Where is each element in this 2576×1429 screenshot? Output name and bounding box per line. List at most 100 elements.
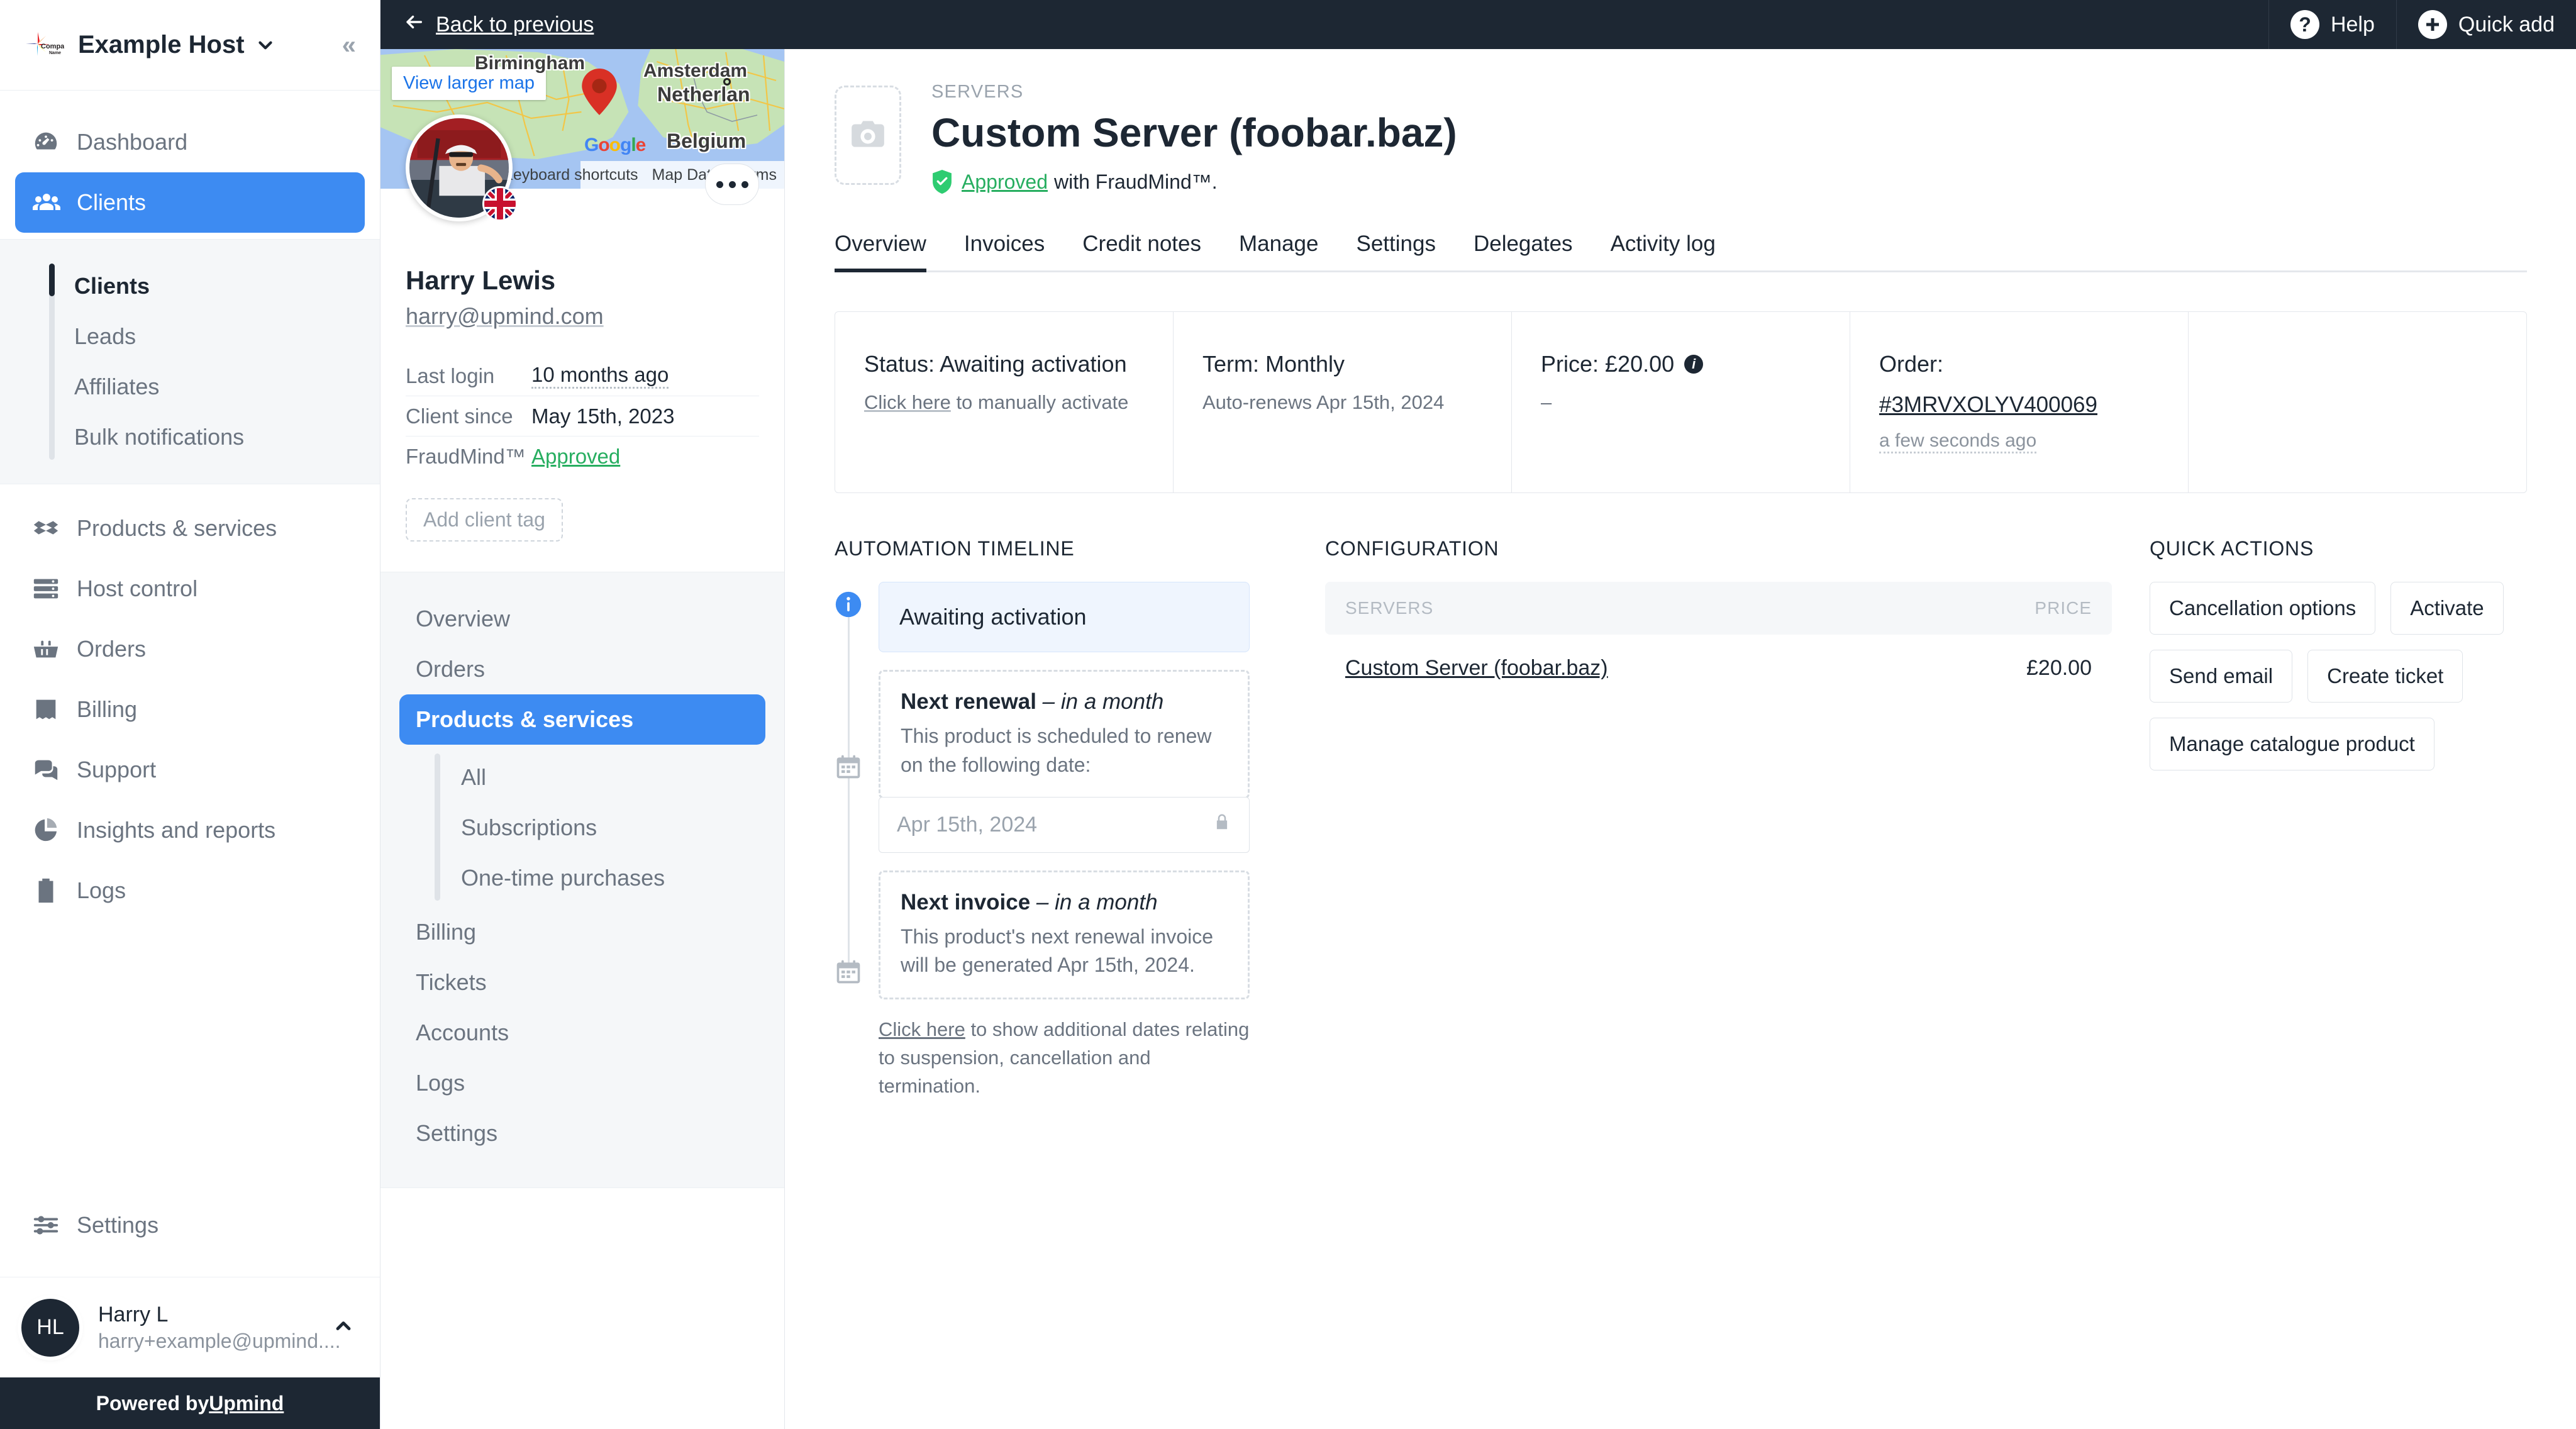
tab-activity-log[interactable]: Activity log	[1592, 231, 1735, 270]
fraudmind-approved-link[interactable]: Approved	[962, 170, 1048, 194]
add-client-tag-button[interactable]: Add client tag	[406, 498, 563, 542]
client-nav-overview[interactable]: Overview	[399, 594, 765, 644]
client-nav-logs[interactable]: Logs	[399, 1058, 765, 1108]
client-nav-sub-all[interactable]: All	[380, 752, 784, 803]
fraudmind-status-link[interactable]: Approved	[531, 445, 620, 469]
chevron-up-icon[interactable]	[332, 1315, 355, 1340]
column-header-servers: SERVERS	[1345, 598, 1434, 618]
client-nav-accounts[interactable]: Accounts	[399, 1008, 765, 1058]
tab-settings[interactable]: Settings	[1337, 231, 1454, 270]
client-nav-sub-subscriptions[interactable]: Subscriptions	[380, 803, 784, 853]
sidebar-subnav-clients: Clients Leads Affiliates Bulk notificati…	[0, 239, 380, 484]
chevron-down-icon[interactable]	[255, 35, 276, 56]
status-card-term: Term: Monthly Auto-renews Apr 15th, 2024	[1174, 312, 1512, 493]
sidebar-subitem-bulk-notifications[interactable]: Bulk notifications	[0, 412, 380, 462]
sidebar-item-clients[interactable]: Clients	[15, 172, 365, 233]
box-icon	[31, 514, 65, 543]
client-nav-tickets[interactable]: Tickets	[399, 957, 765, 1008]
configuration-item-link[interactable]: Custom Server (foobar.baz)	[1345, 656, 1608, 680]
client-nav-orders[interactable]: Orders	[399, 644, 765, 694]
sidebar-item-logs[interactable]: Logs	[15, 860, 365, 921]
sidebar-item-settings[interactable]: Settings	[15, 1195, 365, 1255]
sidebar-item-host-control[interactable]: Host control	[15, 559, 365, 619]
next-renewal-label: Next renewal	[901, 689, 1036, 714]
timeline-next-renewal: Next renewal – in a month This product i…	[879, 670, 1250, 799]
detail-key: FraudMind™	[406, 445, 526, 468]
client-nav-products-services[interactable]: Products & services	[399, 694, 765, 745]
sliders-icon	[31, 1211, 65, 1240]
next-renewal-relative: – in a month	[1036, 689, 1164, 714]
sidebar-item-label: Insights and reports	[77, 817, 276, 843]
cancellation-options-button[interactable]: Cancellation options	[2150, 582, 2376, 635]
tab-credit-notes[interactable]: Credit notes	[1063, 231, 1220, 270]
client-panel: View larger map Birmingham Amsterdam Net…	[380, 49, 785, 1429]
sidebar-subitem-clients[interactable]: Clients	[0, 261, 380, 311]
client-email-link[interactable]: harry@upmind.com	[406, 303, 604, 330]
sidebar-item-orders[interactable]: Orders	[15, 619, 365, 679]
timeline-connector	[848, 617, 850, 977]
map-location-pin-icon	[582, 69, 617, 118]
product-thumbnail-placeholder[interactable]	[835, 86, 901, 185]
product-category: SERVERS	[931, 82, 1024, 102]
map-keyboard-shortcuts[interactable]: Keyboard shortcuts	[502, 166, 638, 184]
client-nav-sub-one-time-purchases[interactable]: One-time purchases	[380, 853, 784, 903]
order-title: Order:	[1879, 351, 1944, 377]
upmind-link[interactable]: Upmind	[209, 1392, 284, 1415]
table-row: Custom Server (foobar.baz) £20.00	[1325, 635, 2112, 681]
quick-add-button[interactable]: Quick add	[2396, 0, 2576, 49]
sidebar-subitem-affiliates[interactable]: Affiliates	[0, 362, 380, 412]
tab-label: Delegates	[1473, 231, 1573, 257]
basket-icon	[31, 635, 65, 664]
tab-overview[interactable]: Overview	[835, 231, 945, 273]
client-nav-billing[interactable]: Billing	[399, 907, 765, 957]
chat-icon	[31, 755, 65, 784]
tab-delegates[interactable]: Delegates	[1455, 231, 1592, 270]
server-icon	[31, 574, 65, 603]
column-header-price: PRICE	[2035, 598, 2092, 618]
arrow-left-icon	[403, 11, 425, 38]
calendar-icon	[835, 958, 862, 986]
create-ticket-button[interactable]: Create ticket	[2307, 650, 2463, 703]
sidebar-user-name: Harry L	[98, 1303, 169, 1327]
client-nav-label: Orders	[416, 656, 486, 682]
collapse-sidebar-button[interactable]: «	[342, 33, 356, 58]
sidebar-item-support[interactable]: Support	[15, 740, 365, 800]
send-email-button[interactable]: Send email	[2150, 650, 2293, 703]
activate-button[interactable]: Activate	[2390, 582, 2504, 635]
host-selector-label[interactable]: Example Host	[78, 31, 245, 59]
users-icon	[31, 187, 65, 218]
sidebar-subitem-leads[interactable]: Leads	[0, 311, 380, 362]
awaiting-activation-label: Awaiting activation	[899, 604, 1087, 630]
camera-placeholder-icon	[848, 114, 887, 157]
main-content: SERVERS Custom Server (foobar.baz) Appro…	[786, 49, 2576, 1429]
client-name: Harry Lewis	[406, 265, 556, 295]
help-button[interactable]: ? Help	[2268, 0, 2396, 49]
tab-manage[interactable]: Manage	[1220, 231, 1337, 270]
sidebar-item-products-services[interactable]: Products & services	[15, 498, 365, 559]
subnav-rail-active	[49, 264, 55, 296]
automation-timeline-column: AUTOMATION TIMELINE Awaiting activation	[835, 537, 1250, 1101]
client-more-actions-button[interactable]	[705, 164, 759, 205]
back-to-previous-button[interactable]: Back to previous	[380, 11, 594, 38]
configuration-column: CONFIGURATION SERVERS PRICE Custom Serve…	[1250, 537, 2150, 1101]
manually-activate-link[interactable]: Click here	[864, 391, 951, 413]
client-nav: Overview Orders Products & services All …	[380, 572, 784, 1188]
sidebar-item-billing[interactable]: Billing	[15, 679, 365, 740]
sidebar-user-menu[interactable]: HL Harry L harry+example@upmind....	[0, 1277, 380, 1377]
order-number-link[interactable]: #3MRVXOLYV400069	[1879, 392, 2097, 418]
lock-icon	[1213, 813, 1231, 837]
fraudmind-suffix: with FraudMind™.	[1053, 170, 1218, 193]
info-icon[interactable]: i	[1684, 355, 1704, 374]
tab-invoices[interactable]: Invoices	[945, 231, 1063, 270]
automation-timeline: Awaiting activation Next renewal – in a …	[835, 582, 1250, 1101]
automation-timeline-heading: AUTOMATION TIMELINE	[835, 537, 1075, 560]
next-renewal-date-field[interactable]: Apr 15th, 2024	[879, 796, 1250, 853]
client-nav-sub-label: All	[461, 764, 487, 790]
client-nav-settings[interactable]: Settings	[399, 1108, 765, 1159]
manage-catalogue-product-button[interactable]: Manage catalogue product	[2150, 718, 2434, 771]
sidebar-item-dashboard[interactable]: Dashboard	[15, 112, 365, 172]
tab-label: Invoices	[963, 231, 1045, 257]
show-additional-dates-link[interactable]: Click here	[879, 1018, 965, 1040]
svg-text:Name: Name	[49, 51, 61, 55]
sidebar-item-insights-reports[interactable]: Insights and reports	[15, 800, 365, 860]
